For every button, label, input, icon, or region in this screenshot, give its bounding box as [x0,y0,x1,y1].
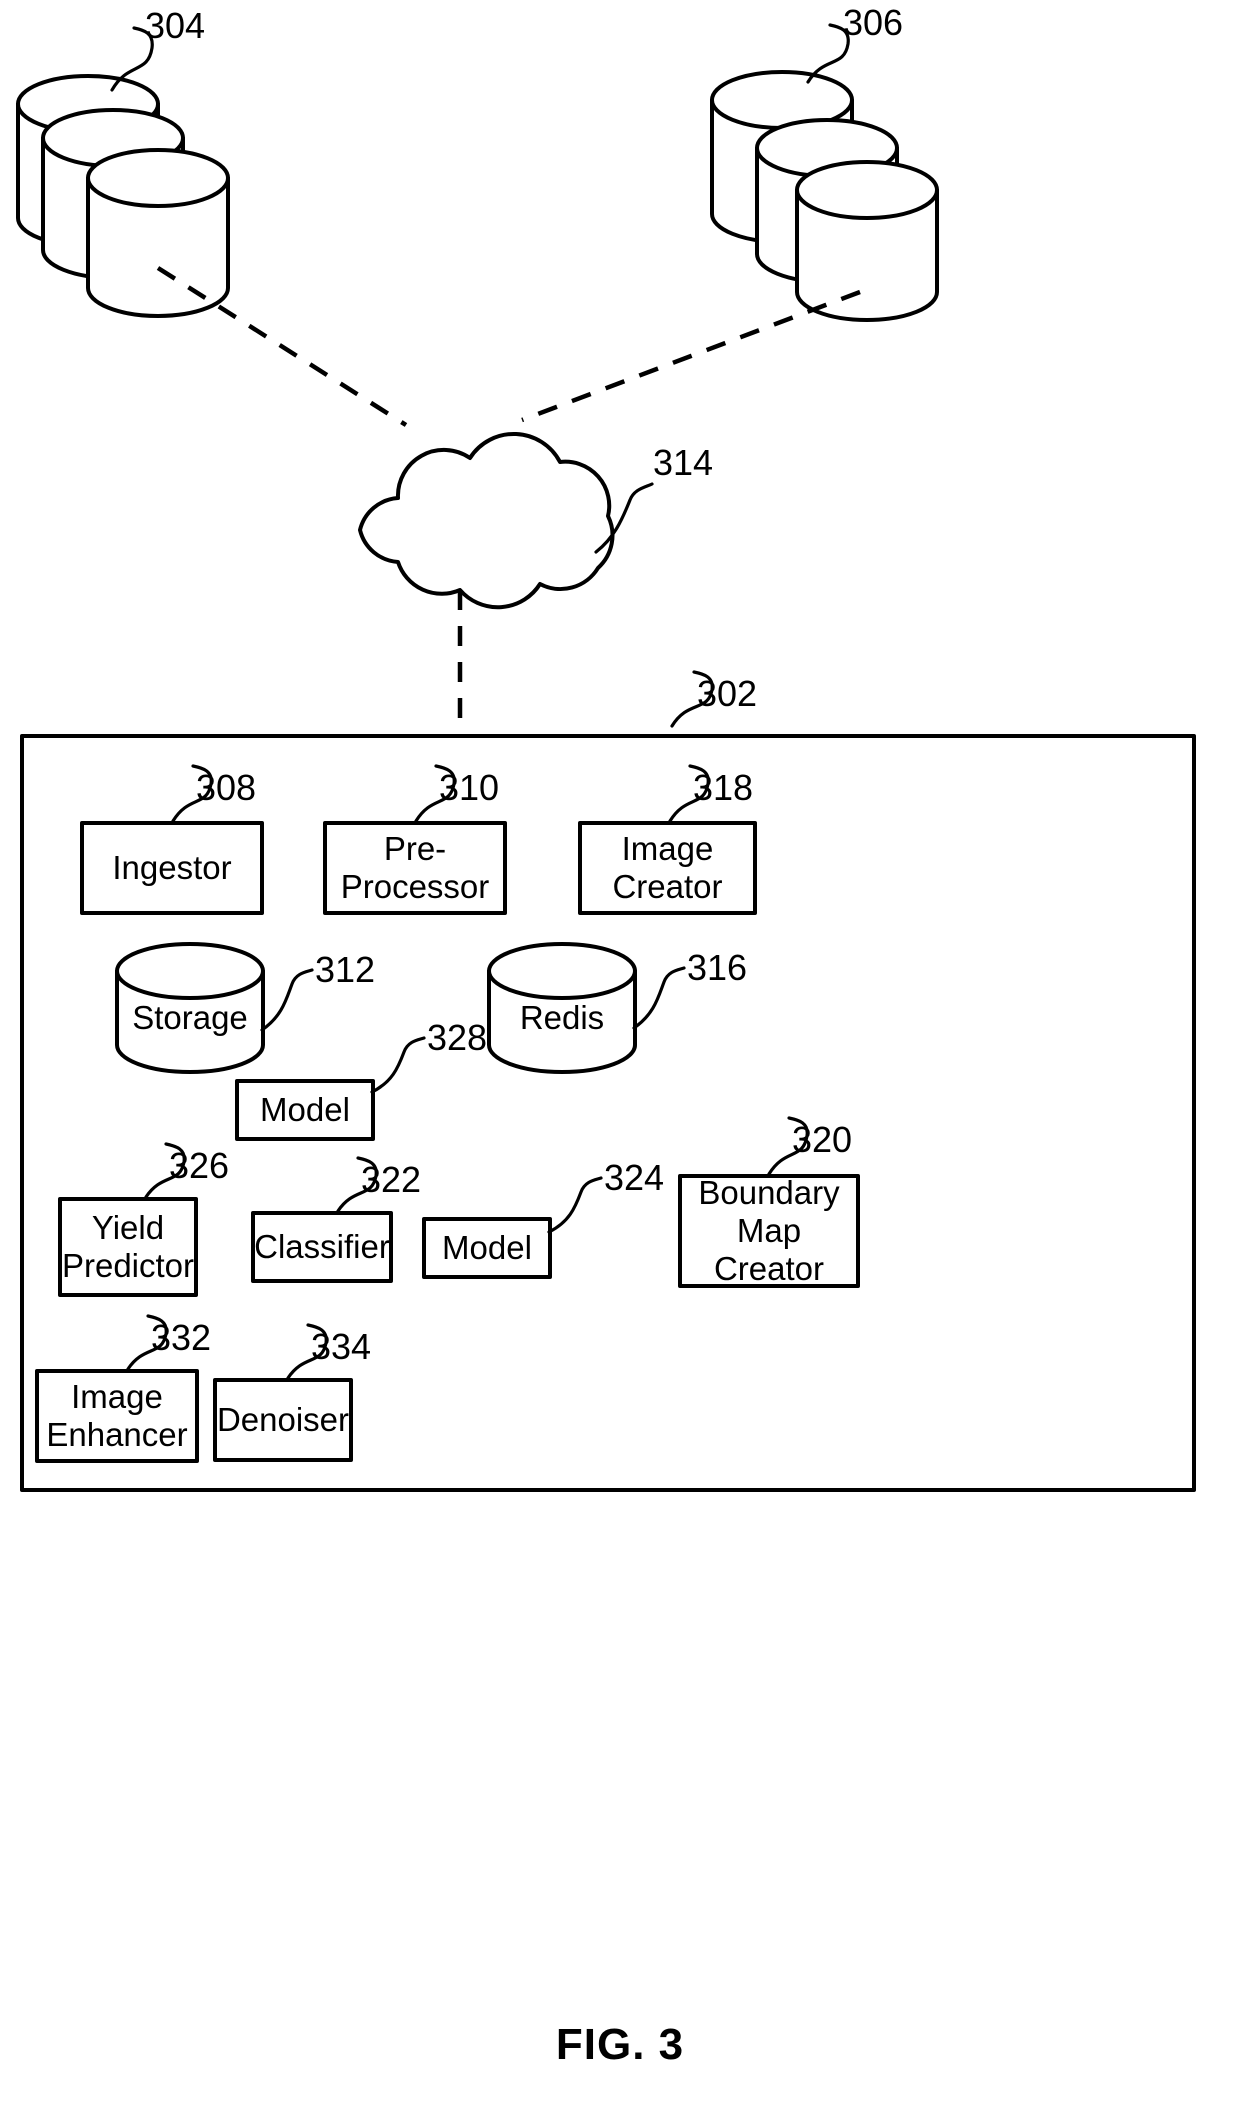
ref-num-322: 322 [361,1159,422,1200]
ref-num-328: 328 [427,1017,488,1058]
ref-num-314: 314 [653,442,714,483]
component-label-pre-processor: Pre- Processor [340,829,490,905]
ref-num-320: 320 [792,1119,853,1160]
patent-figure-3: 304 306 314 302 308 310 318 312 316 328 … [0,0,1240,2115]
component-label-storage: Storage [132,998,248,1036]
component-label-model-328: Model [260,1090,350,1128]
ref-num-312: 312 [315,949,376,990]
ref-num-332: 332 [151,1317,212,1358]
component-label-image-creator: Image Creator [612,829,723,905]
ref-num-316: 316 [687,947,748,988]
figure-vector-canvas [16,23,1196,1492]
component-label-model-324: Model [442,1228,532,1266]
component-label-image-enhancer: Image Enhancer [46,1377,188,1453]
database-cluster-left-graphic [16,74,230,318]
ref-num-326: 326 [169,1145,230,1186]
ref-num-324: 324 [604,1157,665,1198]
ref-num-306: 306 [843,2,904,43]
ref-num-302: 302 [697,673,758,714]
ref-num-310: 310 [439,767,500,808]
database-cluster-right-graphic [710,70,939,322]
ref-num-334: 334 [311,1326,372,1367]
component-label-boundary-map-creator: Boundary Map Creator [698,1173,840,1288]
ref-num-308: 308 [196,767,257,808]
component-label-ingestor: Ingestor [112,848,232,886]
component-label-yield-predictor: Yield Predictor [61,1208,195,1284]
ref-num-304: 304 [145,5,206,46]
ref-num-318: 318 [693,767,754,808]
figure-caption: FIG. 3 [555,2020,685,2069]
component-label-redis: Redis [519,998,605,1036]
component-label-denoiser: Denoiser [216,1400,350,1438]
component-label-classifier: Classifier [254,1227,390,1265]
